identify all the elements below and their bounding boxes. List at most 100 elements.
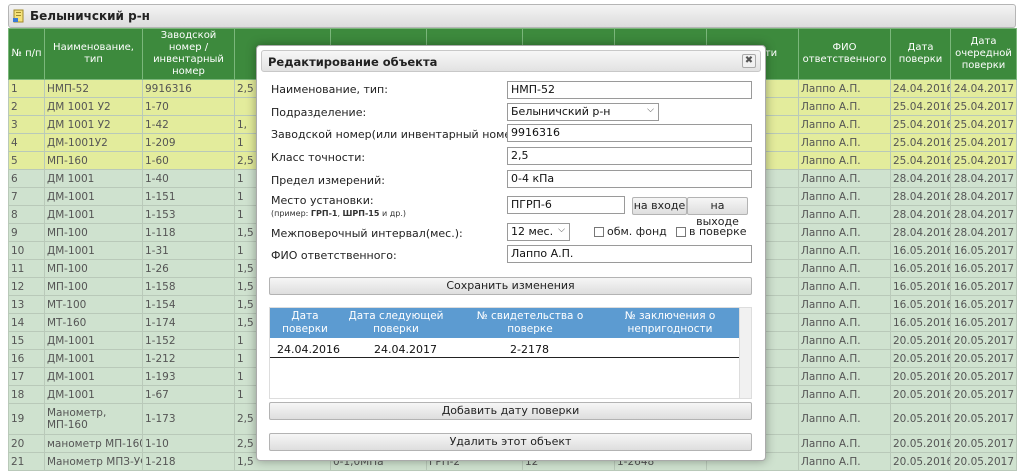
close-icon[interactable]: ✖ (742, 54, 756, 68)
install-place-input[interactable]: ПГРП-6 (507, 196, 625, 214)
checkbox-box[interactable] (594, 226, 604, 237)
row-name: МТ-160 (44, 313, 143, 332)
row-number: 18 (8, 385, 45, 404)
row-responsible: Лаппо А.П. (798, 79, 891, 98)
row-responsible: Лаппо А.П. (798, 133, 891, 152)
row-date: 20.05.2016 (890, 385, 951, 404)
interval-value: 12 мес. (511, 225, 554, 238)
row-serial: 1-158 (142, 277, 235, 296)
checkbox-box[interactable] (676, 226, 686, 237)
row-number: 9 (8, 223, 45, 242)
row-next-date: 16.05.2017 (950, 313, 1017, 332)
row-number: 1 (8, 79, 45, 98)
row-next-date: 20.05.2017 (950, 452, 1017, 471)
row-next-date: 20.05.2017 (950, 367, 1017, 386)
in-verification-checkbox[interactable]: в поверке (676, 225, 747, 238)
inlet-button[interactable]: на входе (632, 197, 687, 215)
dialog-titlebar[interactable]: Редактирование объекта ✖ (261, 50, 761, 72)
row-serial: 1-10 (142, 434, 235, 453)
serial-label: Заводской номер(или инвентарный номер): (271, 128, 527, 141)
edit-object-dialog: Редактирование объекта ✖ Наименование, т… (256, 45, 766, 461)
verification-history: Дата поверки Дата следующей поверки № св… (269, 307, 752, 399)
history-next: 24.04.2017 (374, 343, 437, 356)
column-header[interactable]: Заводской номер / инвентарный номер (142, 28, 235, 80)
row-number: 11 (8, 259, 45, 278)
serial-input[interactable]: 9916316 (507, 124, 752, 142)
row-next-date: 16.05.2017 (950, 295, 1017, 314)
row-number: 16 (8, 349, 45, 368)
row-number: 20 (8, 434, 45, 453)
row-responsible: Лаппо А.П. (798, 187, 891, 206)
row-name: ДМ-1001 (44, 331, 143, 350)
row-next-date: 28.04.2017 (950, 223, 1017, 242)
delete-object-button[interactable]: Удалить этот объект (269, 433, 752, 451)
row-next-date: 20.05.2017 (950, 331, 1017, 350)
row-responsible: Лаппо А.П. (798, 205, 891, 224)
interval-select[interactable]: 12 мес. ⌵ (507, 223, 570, 241)
interval-label: Межповерочный интервал(мес.): (271, 227, 463, 240)
outlet-button[interactable]: на выходе (687, 197, 748, 228)
row-serial: 1-173 (142, 403, 235, 435)
responsible-input[interactable]: Лаппо А.П. (507, 245, 752, 263)
row-number: 8 (8, 205, 45, 224)
name-input[interactable]: НМП-52 (507, 81, 752, 99)
row-next-date: 25.04.2017 (950, 115, 1017, 134)
exchange-fund-checkbox[interactable]: обм. фонд (594, 225, 667, 238)
add-verification-date-button[interactable]: Добавить дату поверки (269, 402, 752, 420)
row-next-date: 20.05.2017 (950, 403, 1017, 435)
row-date: 28.04.2016 (890, 205, 951, 224)
column-header[interactable]: Дата очередной поверки (950, 28, 1017, 80)
row-name: ДМ-1001 (44, 241, 143, 260)
row-serial: 1-70 (142, 97, 235, 116)
row-date: 16.05.2016 (890, 241, 951, 260)
page-title: Белыничский р-н (30, 9, 150, 23)
row-next-date: 16.05.2017 (950, 241, 1017, 260)
row-date: 24.04.2016 (890, 79, 951, 98)
row-number: 12 (8, 277, 45, 296)
row-number: 3 (8, 115, 45, 134)
column-header[interactable]: Дата поверки (890, 28, 951, 80)
row-name: ДМ-1001 (44, 367, 143, 386)
history-row[interactable]: 24.04.2016 24.04.2017 2-2178 (270, 340, 740, 358)
row-name: НМП-52 (44, 79, 143, 98)
column-header[interactable]: Наименование, тип (44, 28, 143, 80)
row-next-date: 25.04.2017 (950, 97, 1017, 116)
row-serial: 1-209 (142, 133, 235, 152)
row-next-date: 28.04.2017 (950, 205, 1017, 224)
column-header[interactable]: ФИО ответственного (798, 28, 891, 80)
department-select[interactable]: Белыничский р-н ⌵ (507, 103, 659, 121)
row-number: 6 (8, 169, 45, 188)
accuracy-class-label: Класс точности: (271, 151, 366, 164)
row-serial: 1-118 (142, 223, 235, 242)
history-cert: 2-2178 (510, 343, 549, 356)
row-responsible: Лаппо А.П. (798, 277, 891, 296)
install-place-hint: (пример: ГРП-1, ШРП-15 и др.) (271, 209, 407, 218)
history-scrollbar[interactable] (739, 308, 751, 398)
row-serial: 1-174 (142, 313, 235, 332)
row-name: Манометр, МП-160 (44, 403, 143, 435)
row-responsible: Лаппо А.П. (798, 223, 891, 242)
column-header[interactable]: № п/п (8, 28, 45, 80)
row-number: 7 (8, 187, 45, 206)
row-name: МП-100 (44, 223, 143, 242)
row-next-date: 20.05.2017 (950, 434, 1017, 453)
row-serial: 1-67 (142, 385, 235, 404)
row-serial: 1-26 (142, 259, 235, 278)
row-date: 25.04.2016 (890, 97, 951, 116)
row-name: МП-100 (44, 277, 143, 296)
measure-range-label: Предел измерений: (271, 174, 385, 187)
row-serial: 1-40 (142, 169, 235, 188)
row-number: 21 (8, 452, 45, 471)
row-date: 28.04.2016 (890, 187, 951, 206)
accuracy-class-input[interactable]: 2,5 (507, 147, 752, 165)
row-number: 10 (8, 241, 45, 260)
row-name: ДМ-1001У2 (44, 133, 143, 152)
row-serial: 1-193 (142, 367, 235, 386)
row-date: 28.04.2016 (890, 223, 951, 242)
row-number: 15 (8, 331, 45, 350)
measure-range-input[interactable]: 0-4 кПа (507, 170, 752, 188)
save-changes-button[interactable]: Сохранить изменения (269, 277, 752, 295)
row-number: 14 (8, 313, 45, 332)
row-name: ДМ 1001 (44, 169, 143, 188)
row-name: манометр МП-160 (44, 434, 143, 453)
